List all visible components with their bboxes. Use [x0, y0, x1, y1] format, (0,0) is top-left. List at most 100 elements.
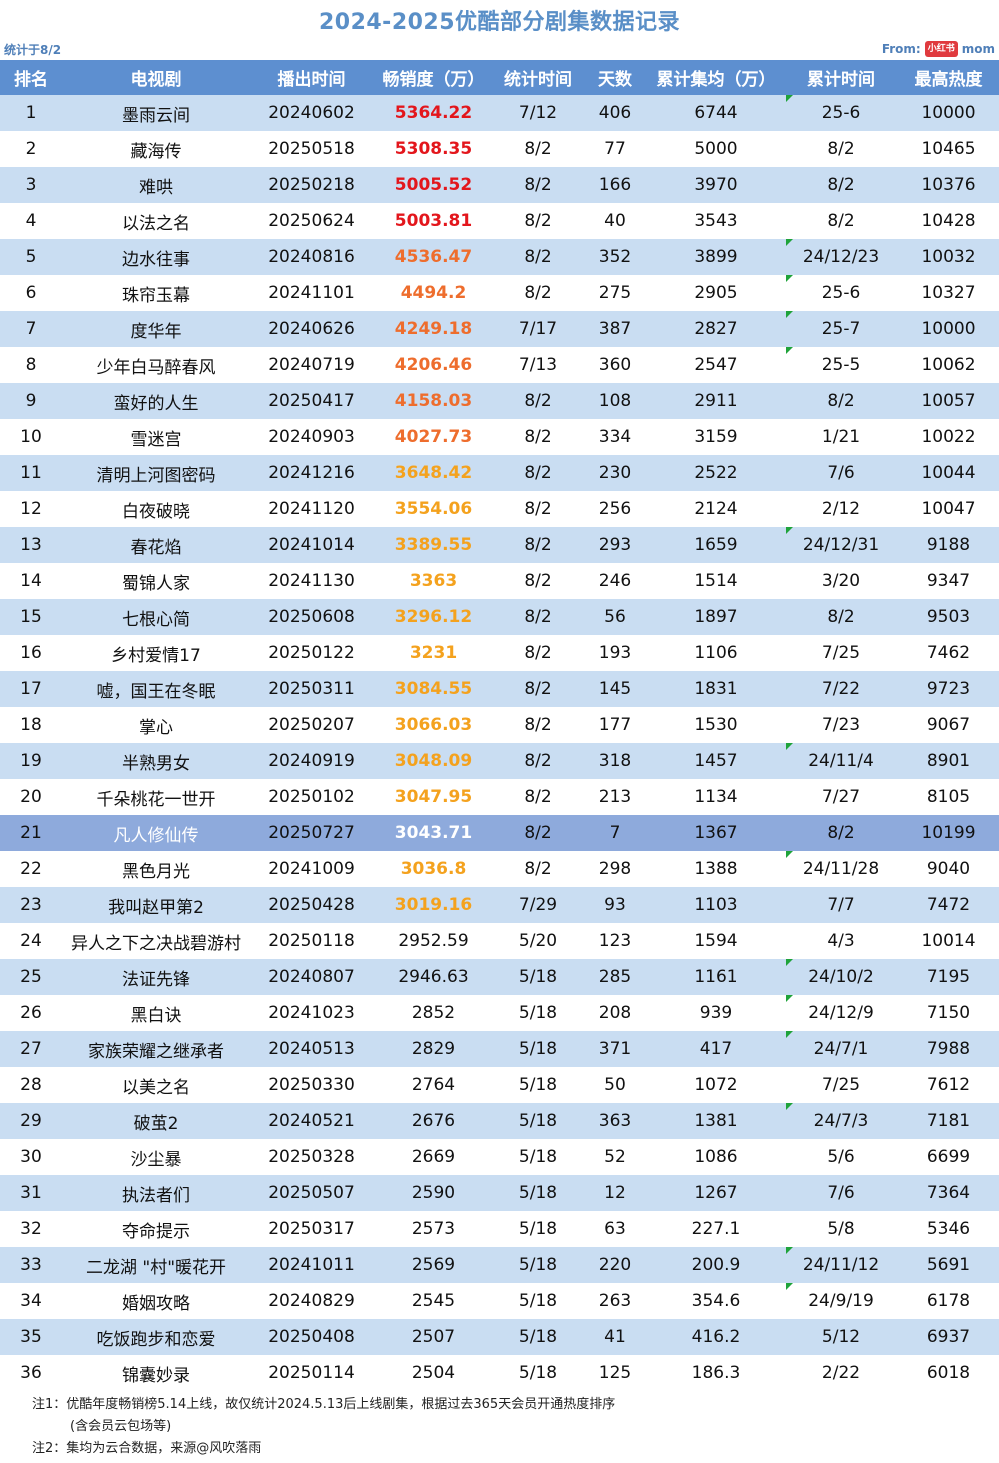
cell-stat-time: 7/13 — [494, 347, 582, 383]
cell-air-date-text: 20240602 — [268, 103, 355, 123]
cell-cum-time-text: 7/7 — [827, 895, 855, 915]
cell-rank: 2 — [0, 131, 62, 167]
cell-air-date: 20250727 — [250, 815, 373, 851]
cell-cum-time-text: 8/2 — [827, 391, 855, 411]
cell-days: 193 — [582, 635, 648, 671]
cell-air-date-text: 20240719 — [268, 355, 355, 375]
cell-stat-time: 5/18 — [494, 1211, 582, 1247]
cell-air-date: 20250428 — [250, 887, 373, 923]
cell-air-date-text: 20250114 — [268, 1363, 355, 1383]
cell-drama: 春花焰 — [62, 527, 250, 563]
cell-sales-text: 2669 — [411, 1147, 456, 1167]
cell-sales: 4027.73 — [373, 419, 494, 455]
cell-drama-text: 沙尘暴 — [130, 1149, 182, 1170]
cell-flag-marker-icon — [786, 1103, 793, 1110]
cell-rank: 29 — [0, 1103, 62, 1139]
header-days: 天数 — [582, 60, 648, 95]
table-row: 13 春花焰 20241014 3389.55 8/2 293 1659 24/12/31 91… — [0, 527, 999, 563]
cell-days: 285 — [582, 959, 648, 995]
cell-stat-time-text: 7/12 — [518, 103, 558, 123]
cell-cum-avg-text: 354.6 — [691, 1291, 741, 1311]
cell-sales-text: 2573 — [411, 1219, 456, 1239]
cell-rank: 18 — [0, 707, 62, 743]
table-row: 3 难哄 20250218 5005.52 8/2 166 3970 8/2 10376 — [0, 167, 999, 203]
cell-max-heat: 9040 — [898, 851, 999, 887]
cell-rank-text: 6 — [25, 283, 37, 303]
cell-max-heat-text: 6699 — [926, 1147, 971, 1167]
cell-drama-text: 我叫赵甲第2 — [108, 897, 204, 918]
cell-rank: 35 — [0, 1319, 62, 1355]
cell-days: 298 — [582, 851, 648, 887]
cell-sales-text: 2852 — [411, 1003, 456, 1023]
cell-rank-text: 19 — [20, 751, 42, 771]
cell-cum-time-text: 5/8 — [827, 1219, 855, 1239]
cell-drama-text: 白夜破晓 — [122, 501, 190, 522]
cell-cum-avg-text: 1134 — [694, 787, 738, 807]
table-row: 34 婚姻攻略 20240829 2545 5/18 263 354.6 24/9/19 617… — [0, 1283, 999, 1319]
cell-air-date: 20250408 — [250, 1319, 373, 1355]
cell-max-heat-text: 9188 — [926, 535, 971, 555]
cell-cum-avg-text: 1530 — [694, 715, 738, 735]
cell-days: 50 — [582, 1067, 648, 1103]
cell-stat-time-text: 5/18 — [518, 1111, 558, 1131]
cell-max-heat-text: 10428 — [921, 211, 976, 231]
cell-max-heat-text: 7988 — [926, 1039, 971, 1059]
cell-stat-time: 5/18 — [494, 1247, 582, 1283]
cell-sales-text: 3389.55 — [394, 535, 473, 555]
cell-rank: 36 — [0, 1355, 62, 1391]
cell-drama-text: 春花焰 — [130, 537, 182, 558]
cell-cum-avg-text: 6744 — [694, 103, 738, 123]
header-stat-time: 统计时间 — [494, 60, 582, 95]
cell-stat-time: 8/2 — [494, 491, 582, 527]
cell-stat-time-text: 8/2 — [524, 571, 552, 591]
cell-cum-time-text: 7/23 — [821, 715, 861, 735]
cell-cum-avg: 2911 — [648, 383, 784, 419]
drama-data-table: 排名 电视剧 播出时间 畅销度（万） 统计时间 天数 累计集均（万） 累计时间 … — [0, 60, 999, 1391]
cell-cum-time: 1/21 — [784, 419, 898, 455]
cell-days: 63 — [582, 1211, 648, 1247]
cell-rank: 20 — [0, 779, 62, 815]
cell-sales: 3084.55 — [373, 671, 494, 707]
cell-cum-avg-text: 1072 — [694, 1075, 738, 1095]
cell-cum-time-text: 8/2 — [827, 211, 855, 231]
cell-cum-avg-text: 2827 — [694, 319, 738, 339]
table-row: 29 破茧2 20240521 2676 5/18 363 1381 24/7/3 7181 — [0, 1103, 999, 1139]
cell-cum-time-text: 8/2 — [827, 175, 855, 195]
cell-max-heat-text: 6937 — [926, 1327, 971, 1347]
cell-stat-time-text: 8/2 — [524, 715, 552, 735]
table-row: 6 珠帘玉幕 20241101 4494.2 8/2 275 2905 25-6 10327 — [0, 275, 999, 311]
cell-days: 334 — [582, 419, 648, 455]
table-row: 11 清明上河图密码 20241216 3648.42 8/2 230 2522 7/6 100… — [0, 455, 999, 491]
cell-drama: 黑白诀 — [62, 995, 250, 1031]
cell-rank: 24 — [0, 923, 62, 959]
cell-days: 360 — [582, 347, 648, 383]
cell-air-date: 20250207 — [250, 707, 373, 743]
cell-stat-time: 8/2 — [494, 203, 582, 239]
cell-days-text: 352 — [598, 247, 632, 267]
cell-flag-marker-icon — [786, 743, 793, 750]
cell-max-heat-text: 5691 — [926, 1255, 971, 1275]
cell-rank: 34 — [0, 1283, 62, 1319]
cell-sales-text: 3019.16 — [394, 895, 473, 915]
cell-max-heat: 10057 — [898, 383, 999, 419]
cell-flag-marker-icon — [786, 1031, 793, 1038]
cell-stat-time: 8/2 — [494, 635, 582, 671]
cell-sales-text: 3048.09 — [394, 751, 473, 771]
cell-sales: 4494.2 — [373, 275, 494, 311]
header-cum-time: 累计时间 — [784, 60, 898, 95]
cell-rank-text: 16 — [20, 643, 42, 663]
cell-max-heat-text: 10057 — [921, 391, 976, 411]
cell-air-date-text: 20250218 — [268, 175, 355, 195]
cell-sales: 3231 — [373, 635, 494, 671]
cell-rank: 19 — [0, 743, 62, 779]
cell-air-date: 20240816 — [250, 239, 373, 275]
cell-stat-time-text: 5/18 — [518, 1147, 558, 1167]
cell-cum-time: 8/2 — [784, 131, 898, 167]
cell-stat-time: 5/18 — [494, 995, 582, 1031]
table-row: 22 黑色月光 20241009 3036.8 8/2 298 1388 24/11/28 90… — [0, 851, 999, 887]
cell-air-date: 20240829 — [250, 1283, 373, 1319]
cell-max-heat: 7988 — [898, 1031, 999, 1067]
cell-max-heat-text: 6018 — [926, 1363, 971, 1383]
cell-rank-text: 15 — [20, 607, 42, 627]
cell-sales: 2829 — [373, 1031, 494, 1067]
